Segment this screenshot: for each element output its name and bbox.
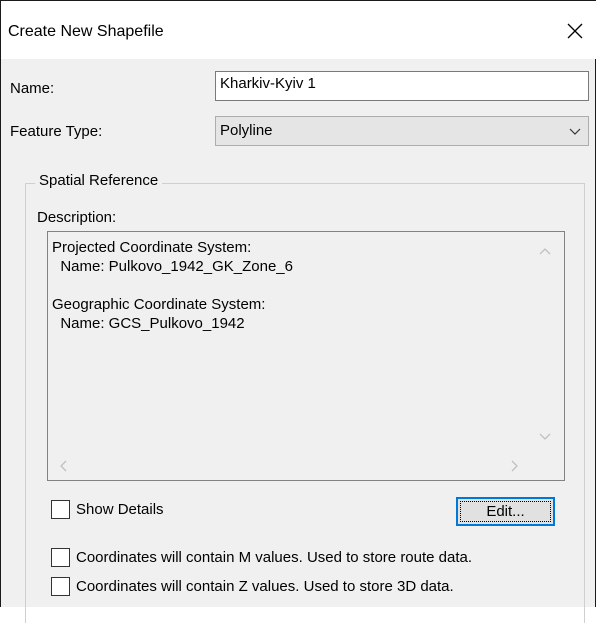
dialog-title: Create New Shapefile	[8, 23, 164, 40]
create-shapefile-dialog: Create New Shapefile Name: Kharkiv-Kyiv …	[0, 0, 597, 623]
name-input[interactable]: Kharkiv-Kyiv 1	[215, 71, 589, 101]
show-details-checkbox[interactable]	[51, 500, 70, 519]
scroll-left-icon[interactable]	[56, 459, 70, 473]
edit-button-label: Edit...	[486, 503, 525, 520]
chevron-down-icon	[569, 128, 581, 135]
z-values-label: Coordinates will contain Z values. Used …	[76, 578, 454, 595]
name-label: Name:	[10, 80, 55, 97]
feature-type-label: Feature Type:	[10, 123, 103, 140]
close-icon[interactable]	[563, 19, 587, 43]
description-textbox[interactable]: Projected Coordinate System: Name: Pulko…	[47, 231, 565, 481]
scroll-up-icon[interactable]	[538, 244, 552, 258]
edit-button[interactable]: Edit...	[456, 497, 555, 526]
description-text: Projected Coordinate System: Name: Pulko…	[52, 239, 293, 332]
z-values-checkbox[interactable]	[51, 577, 70, 596]
m-values-label: Coordinates will contain M values. Used …	[76, 549, 473, 566]
m-values-checkbox[interactable]	[51, 548, 70, 567]
title-bar: Create New Shapefile	[1, 1, 597, 59]
feature-type-value: Polyline	[220, 122, 273, 139]
description-label: Description:	[37, 209, 117, 226]
show-details-label: Show Details	[76, 501, 164, 518]
feature-type-select[interactable]: Polyline	[215, 116, 589, 146]
scroll-right-icon[interactable]	[508, 459, 522, 473]
scroll-down-icon[interactable]	[538, 430, 552, 444]
spatial-reference-title: Spatial Reference	[35, 172, 163, 189]
